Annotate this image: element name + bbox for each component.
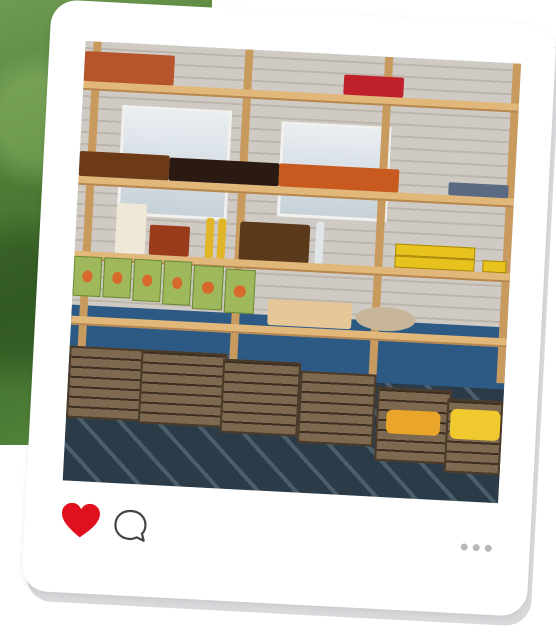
heart-icon[interactable] [60, 502, 102, 540]
wooden-crate [296, 370, 377, 447]
green-gift-box [162, 260, 193, 306]
produce [449, 408, 501, 442]
jar-row [78, 150, 170, 181]
product-box [343, 74, 405, 98]
product-box [482, 260, 507, 274]
green-gift-box [191, 264, 225, 311]
social-post-card [20, 0, 556, 617]
produce [385, 409, 441, 437]
post-actions [59, 502, 496, 565]
comment-icon[interactable] [111, 507, 149, 545]
more-options-icon[interactable] [460, 543, 492, 552]
green-gift-box [102, 257, 133, 299]
bottle-row [238, 221, 311, 263]
jar-row [83, 50, 176, 86]
wooden-crate [65, 345, 148, 422]
dot [472, 543, 480, 552]
wooden-tray [267, 298, 353, 330]
wooden-crate [137, 349, 228, 428]
product-box [114, 202, 148, 255]
post-photo[interactable] [62, 40, 522, 504]
wooden-crate [219, 358, 302, 437]
green-gift-box [132, 258, 163, 303]
dot [460, 543, 468, 551]
green-gift-box [72, 255, 103, 298]
dot [484, 544, 492, 552]
jar-row [148, 224, 191, 257]
green-gift-box [223, 268, 256, 315]
